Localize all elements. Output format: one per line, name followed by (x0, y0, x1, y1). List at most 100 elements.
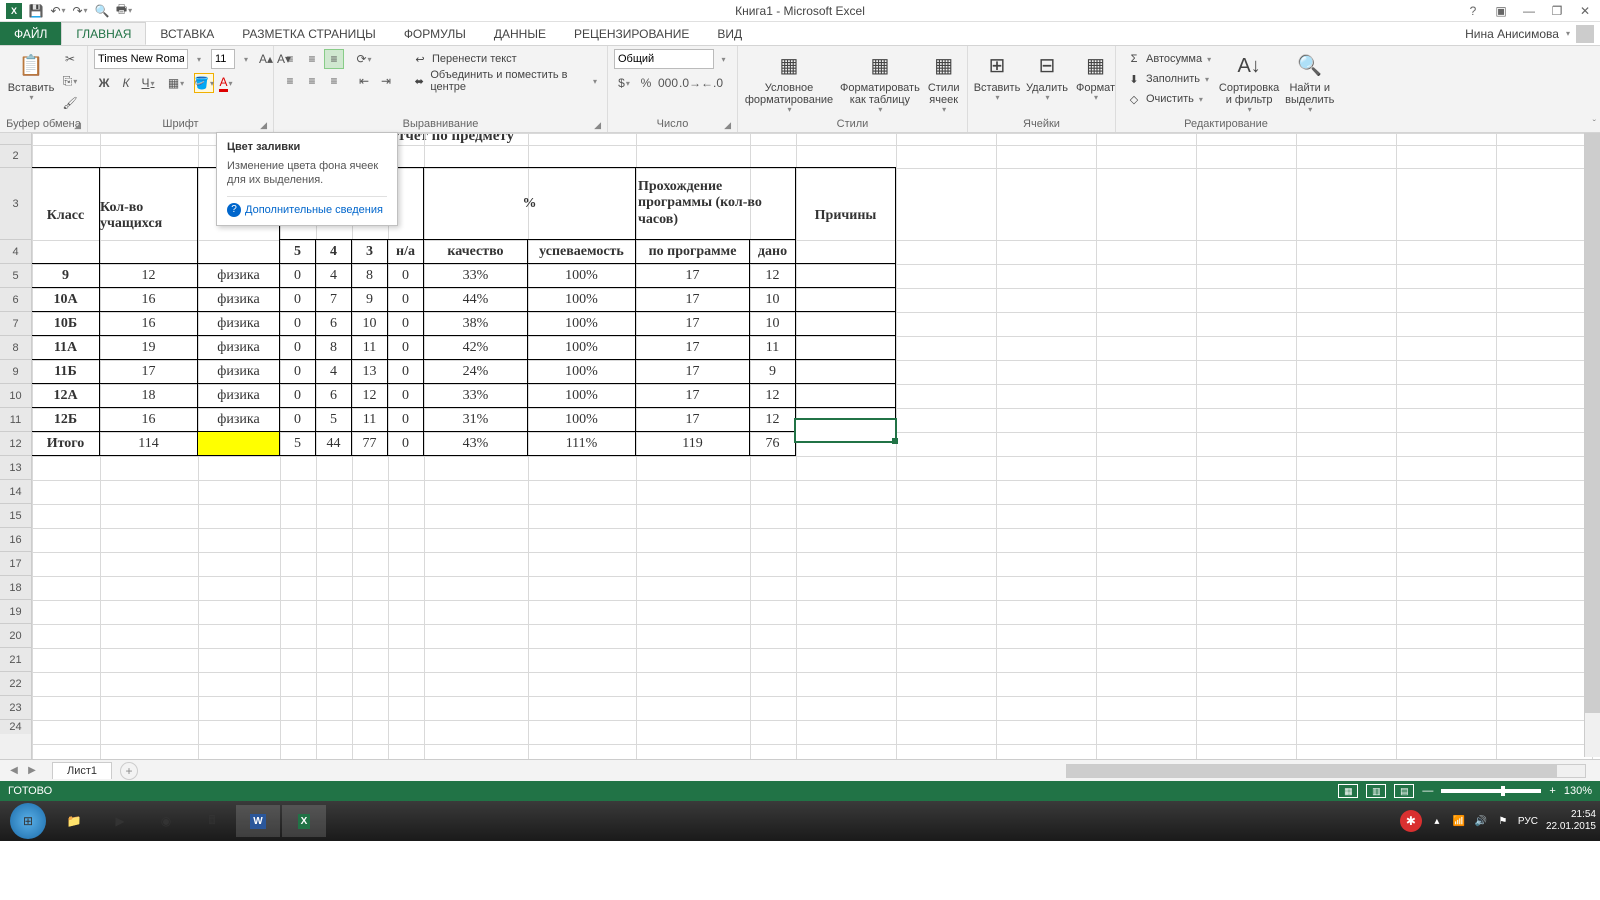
vscroll-thumb[interactable] (1585, 133, 1600, 713)
row-header-20[interactable]: 20 (0, 624, 31, 648)
media-player-icon[interactable]: ▶ (98, 805, 142, 837)
cell[interactable]: 0 (279, 311, 316, 336)
cell[interactable]: 100% (527, 407, 636, 432)
hscroll-thumb[interactable] (1067, 765, 1557, 777)
font-color-icon[interactable]: A▾ (216, 73, 236, 93)
cell[interactable]: 4 (315, 263, 352, 288)
cell[interactable]: 42% (423, 335, 528, 360)
add-sheet-button[interactable]: + (120, 762, 138, 780)
row-header-9[interactable]: 9 (0, 360, 31, 384)
cell[interactable]: 0 (387, 311, 424, 336)
cell[interactable]: 0 (387, 431, 424, 456)
cell[interactable]: 12 (749, 383, 796, 408)
sheet-nav-next-icon[interactable]: ▶ (24, 763, 40, 779)
cell[interactable]: 17 (635, 263, 750, 288)
cell[interactable]: качество (423, 239, 528, 264)
tab-home[interactable]: ГЛАВНАЯ (61, 22, 146, 45)
row-header-5[interactable]: 5 (0, 264, 31, 288)
cell[interactable]: 0 (387, 335, 424, 360)
row-header-10[interactable]: 10 (0, 384, 31, 408)
vertical-scrollbar[interactable] (1584, 133, 1600, 757)
row-header-19[interactable]: 19 (0, 600, 31, 624)
cell[interactable]: 0 (387, 359, 424, 384)
zoom-slider[interactable] (1441, 789, 1541, 793)
tab-review[interactable]: РЕЦЕНЗИРОВАНИЕ (560, 22, 703, 45)
row-header-24[interactable]: 24 (0, 720, 31, 734)
cell[interactable] (197, 431, 280, 456)
number-launcher-icon[interactable]: ◢ (724, 120, 731, 131)
explorer-icon[interactable]: 📁 (52, 805, 96, 837)
user-avatar-icon[interactable] (1576, 25, 1594, 43)
cell[interactable]: 11 (351, 335, 388, 360)
calculator-icon[interactable]: 🖩 (190, 805, 234, 837)
align-bottom-icon[interactable]: ≡ (324, 49, 344, 69)
active-cell[interactable] (794, 418, 897, 443)
save-icon[interactable]: 💾 (28, 3, 44, 19)
cell[interactable]: 4 (315, 239, 352, 264)
cell[interactable]: 12 (749, 263, 796, 288)
cell[interactable]: 9 (749, 359, 796, 384)
cell[interactable]: физика (197, 407, 280, 432)
comma-icon[interactable]: 000 (658, 73, 678, 93)
clipboard-launcher-icon[interactable]: ◢ (74, 120, 81, 131)
row-header-12[interactable]: 12 (0, 432, 31, 456)
orientation-icon[interactable]: ⟳▾ (354, 49, 374, 69)
zoom-in-icon[interactable]: + (1549, 785, 1555, 797)
decrease-decimal-icon[interactable]: ←.0 (702, 73, 722, 93)
format-painter-icon[interactable]: 🖌 (60, 93, 80, 113)
page-break-view-icon[interactable]: ▤ (1394, 784, 1414, 798)
network-icon[interactable]: 📶 (1452, 814, 1466, 828)
cell[interactable]: 17 (635, 335, 750, 360)
autosum-button[interactable]: ΣАвтосумма▾ (1122, 49, 1215, 69)
cell[interactable] (795, 383, 896, 408)
increase-indent-icon[interactable]: ⇥ (376, 71, 396, 91)
cell[interactable]: 43% (423, 431, 528, 456)
cell[interactable]: % (423, 167, 636, 240)
cell[interactable]: 0 (279, 359, 316, 384)
ribbon-options-icon[interactable]: ▣ (1490, 3, 1512, 19)
clear-button[interactable]: ◇Очистить▾ (1122, 89, 1215, 109)
row-header-21[interactable]: 21 (0, 648, 31, 672)
align-right-icon[interactable]: ≡ (324, 71, 344, 91)
accounting-icon[interactable]: $▾ (614, 73, 634, 93)
row-header-17[interactable]: 17 (0, 552, 31, 576)
cell[interactable]: 6 (315, 311, 352, 336)
cell[interactable]: 8 (351, 263, 388, 288)
cell[interactable]: 24% (423, 359, 528, 384)
cell[interactable]: 17 (635, 311, 750, 336)
word-icon[interactable]: W (236, 805, 280, 837)
row-header-4[interactable]: 4 (0, 240, 31, 264)
row-header-23[interactable]: 23 (0, 696, 31, 720)
zoom-out-icon[interactable]: — (1422, 785, 1433, 797)
row-header-6[interactable]: 6 (0, 288, 31, 312)
bold-button[interactable]: Ж (94, 73, 114, 93)
percent-icon[interactable]: % (636, 73, 656, 93)
cell[interactable]: 76 (749, 431, 796, 456)
worksheet[interactable]: 2 3 4 5 6 7 8 9 10 11 12 13 14 15 16 17 … (0, 133, 1600, 759)
row-header-2[interactable]: 2 (0, 145, 31, 168)
tab-data[interactable]: ДАННЫЕ (480, 22, 560, 45)
cell[interactable]: физика (197, 263, 280, 288)
cell[interactable]: 31% (423, 407, 528, 432)
cell[interactable]: 11 (351, 407, 388, 432)
excel-taskbar-icon[interactable]: X (282, 805, 326, 837)
cell[interactable]: Класс (32, 167, 100, 264)
normal-view-icon[interactable]: ▦ (1338, 784, 1358, 798)
help-icon[interactable]: ? (1462, 3, 1484, 19)
cell[interactable]: 38% (423, 311, 528, 336)
row-header-13[interactable]: 13 (0, 456, 31, 480)
align-center-icon[interactable]: ≡ (302, 71, 322, 91)
collapse-ribbon-icon[interactable]: ˇ (1593, 119, 1596, 130)
grid[interactable]: тчет по предмету КлассКол-во учащихся543… (32, 133, 1600, 759)
cell[interactable]: 5 (279, 431, 316, 456)
sheet-tab-1[interactable]: Лист1 (52, 762, 112, 779)
delete-cells-button[interactable]: ⊟Удалить▾ (1024, 49, 1070, 106)
fill-color-button[interactable]: 🪣▾ (194, 73, 214, 93)
borders-icon[interactable]: ▦▾ (166, 73, 186, 93)
user-name[interactable]: Нина Анисимова (1465, 27, 1559, 41)
cell[interactable]: физика (197, 287, 280, 312)
cell[interactable]: 100% (527, 311, 636, 336)
cell[interactable]: дано (749, 239, 796, 264)
cell[interactable]: по программе (635, 239, 750, 264)
cell[interactable]: 16 (99, 407, 198, 432)
